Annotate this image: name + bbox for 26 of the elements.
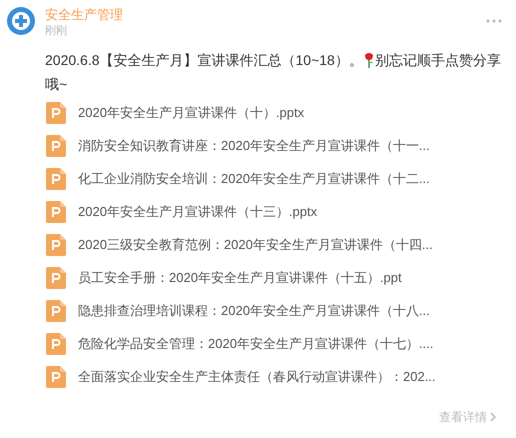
ppt-file-icon	[46, 234, 66, 256]
chevron-right-icon	[490, 412, 496, 422]
ppt-file-icon	[46, 201, 66, 223]
post-text: 2020.6.8【安全生产月】宣讲课件汇总（10~18）。	[45, 51, 363, 70]
ppt-file-icon	[46, 300, 66, 322]
attachment-title[interactable]: 消防安全知识教育讲座：2020年安全生产月宣讲课件（十一...	[78, 136, 430, 156]
ppt-file-icon	[46, 102, 66, 124]
attachment-title[interactable]: 2020三级安全教育范例：2020年安全生产月宣讲课件（十四...	[78, 235, 433, 255]
ppt-file-icon	[46, 366, 66, 388]
attachment-title[interactable]: 危险化学品安全管理：2020年安全生产月宣讲课件（十七）....	[78, 334, 434, 354]
ppt-file-icon	[46, 135, 66, 157]
avatar-icon[interactable]	[6, 6, 36, 36]
ppt-file-icon	[46, 168, 66, 190]
attachment-title[interactable]: 2020年安全生产月宣讲课件（十三）.pptx	[78, 202, 318, 222]
attachment-title[interactable]: 隐患排查治理培训课程：2020年安全生产月宣讲课件（十八...	[78, 301, 430, 321]
ppt-file-icon	[46, 333, 66, 355]
rose-icon	[364, 52, 374, 68]
attachment-title[interactable]: 2020年安全生产月宣讲课件（十）.pptx	[78, 103, 304, 123]
more-icon[interactable]	[486, 19, 502, 23]
attachment-title[interactable]: 员工安全手册：2020年安全生产月宣讲课件（十五）.ppt	[78, 268, 402, 288]
post-text: 哦~	[45, 75, 68, 94]
ppt-file-icon	[46, 267, 66, 289]
attachment-title[interactable]: 全面落实企业安全生产主体责任（春风行动宣讲课件）：202...	[78, 367, 436, 387]
post-time: 刚刚	[45, 24, 68, 38]
attachment-title[interactable]: 化工企业消防安全培训：2020年安全生产月宣讲课件（十二...	[78, 169, 430, 189]
post-text: 别忘记顺手点赞分享	[374, 51, 501, 70]
